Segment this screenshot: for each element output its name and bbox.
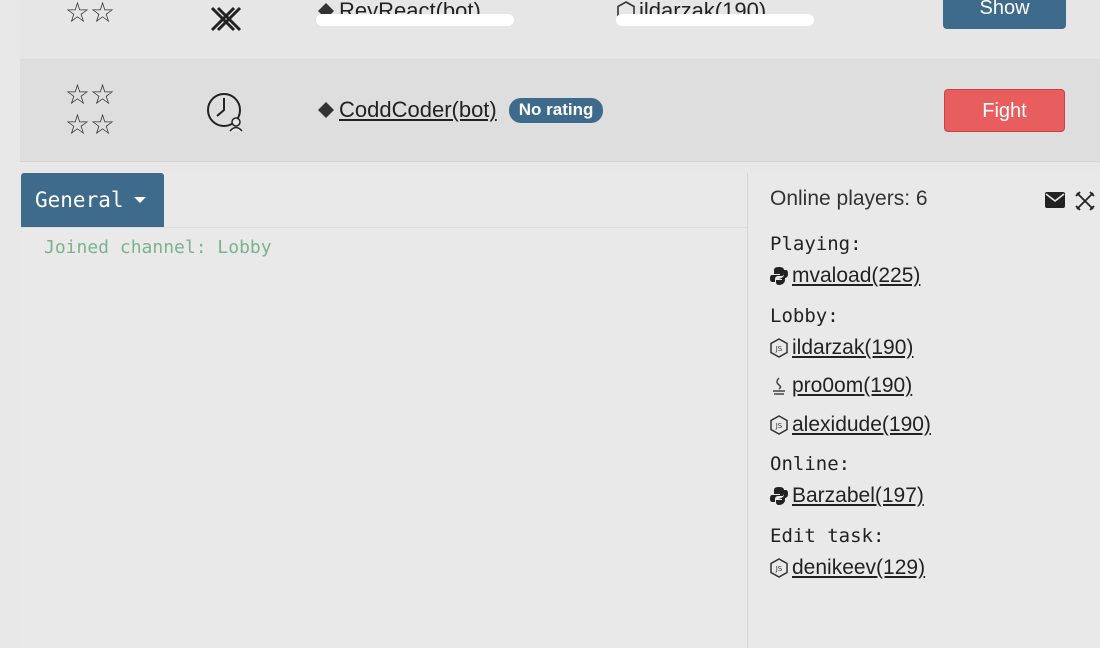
java-icon — [773, 377, 785, 395]
player-link[interactable]: denikeev(129) — [792, 556, 925, 580]
online-players-title: Online players: 6 — [770, 187, 928, 210]
difficulty-stars: ☆☆☆ — [64, 0, 116, 29]
game-row: ☆☆☆ ReyReact(bot) ildarzak(190) Show — [20, 0, 1100, 60]
online-players-panel: Online players: 6 Playing: mvaload(225) … — [749, 173, 1100, 648]
player-link[interactable]: alexidude(190) — [792, 413, 931, 437]
ruby-icon — [318, 102, 334, 118]
show-button[interactable]: Show — [943, 0, 1066, 29]
channel-dropdown[interactable]: General — [21, 173, 164, 227]
waiting-clock-icon — [207, 93, 243, 132]
section-playing: Playing: — [770, 233, 862, 255]
player-entry: Barzabel(197) — [769, 484, 924, 508]
player-1: CoddCoder(bot) No rating — [316, 97, 604, 123]
player-link[interactable]: Barzabel(197) — [792, 484, 924, 508]
section-edit-task: Edit task: — [770, 525, 885, 547]
crossed-swords-icon[interactable] — [1074, 190, 1096, 212]
python-icon — [770, 487, 788, 505]
player-entry: mvaload(225) — [769, 264, 920, 288]
nodejs-icon: JS — [770, 415, 788, 435]
player-link[interactable]: ildarzak(190) — [792, 336, 913, 360]
page: ☆☆☆ ReyReact(bot) ildarzak(190) Show ☆☆☆… — [0, 0, 1100, 648]
player-link[interactable]: CoddCoder(bot) — [339, 97, 497, 123]
player-entry: pro0om(190) — [769, 374, 912, 398]
health-bar — [616, 14, 814, 26]
player-entry: JS alexidude(190) — [769, 413, 931, 437]
python-icon — [770, 267, 788, 285]
svg-text:JS: JS — [775, 422, 783, 430]
games-table: ☆☆☆ ReyReact(bot) ildarzak(190) Show ☆☆☆… — [20, 0, 1100, 164]
rating-badge: No rating — [508, 97, 604, 123]
section-online: Online: — [770, 453, 851, 475]
nodejs-icon: JS — [770, 558, 788, 578]
player-entry: JS denikeev(129) — [769, 556, 925, 580]
health-bar — [316, 14, 514, 26]
svg-text:JS: JS — [775, 345, 783, 353]
chat-header: General — [20, 173, 747, 228]
player-entry: JS ildarzak(190) — [769, 336, 913, 360]
chat-message: Joined channel: Lobby — [44, 237, 272, 258]
difficulty-stars: ☆☆ ☆☆ — [64, 78, 116, 141]
chevron-down-icon — [133, 197, 146, 203]
section-lobby: Lobby: — [770, 305, 839, 327]
mail-icon[interactable] — [1045, 192, 1065, 208]
player-link[interactable]: pro0om(190) — [792, 374, 912, 398]
channel-label: General — [35, 188, 124, 212]
fight-button[interactable]: Fight — [944, 89, 1065, 132]
game-row: ☆☆ ☆☆ CoddCoder(bot) No rating Fight — [20, 60, 1100, 162]
nodejs-icon: JS — [770, 338, 788, 358]
chat-panel: General Joined channel: Lobby — [20, 173, 748, 648]
player-link[interactable]: mvaload(225) — [792, 264, 920, 288]
svg-text:JS: JS — [775, 565, 783, 573]
crossed-swords-icon — [210, 6, 242, 32]
